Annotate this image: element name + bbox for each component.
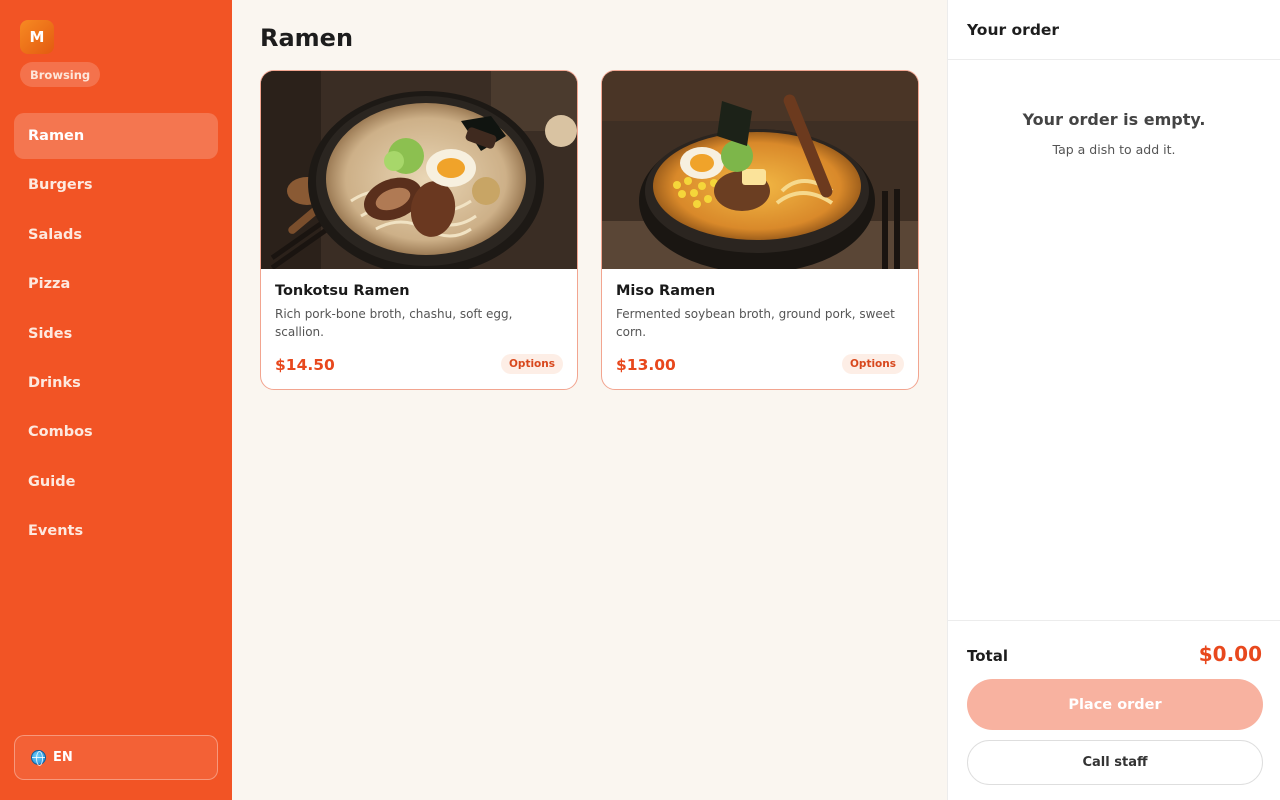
sidebar-item-label: Burgers: [28, 177, 93, 194]
menu-content: Ramen Tonkotsu Ramen Rich pork-bone brot…: [232, 0, 947, 800]
empty-order-subtitle: Tap a dish to add it.: [1052, 142, 1176, 157]
sidebar-item-ramen[interactable]: Ramen: [14, 113, 218, 159]
sidebar-item-label: Combos: [28, 424, 93, 441]
category-nav: Ramen Burgers Salads Pizza Sides Drinks …: [14, 113, 218, 558]
sidebar-item-label: Salads: [28, 226, 82, 243]
empty-order-title: Your order is empty.: [1022, 110, 1206, 129]
status-badge: Browsing: [20, 62, 101, 87]
page-title: Ramen: [260, 24, 354, 52]
sidebar-item-label: Drinks: [28, 374, 81, 391]
restaurant-logo: M: [20, 20, 54, 54]
order-header: Your order: [948, 0, 1280, 60]
sidebar-item-label: Sides: [28, 325, 73, 342]
sidebar-item-guide[interactable]: Guide: [14, 459, 218, 505]
dish-card-tonkotsu-ramen[interactable]: Tonkotsu Ramen Rich pork-bone broth, cha…: [260, 70, 578, 390]
total-label: Total: [967, 647, 1008, 665]
dish-photo: [602, 71, 918, 269]
language-label: EN: [53, 750, 73, 765]
sidebar-item-combos[interactable]: Combos: [14, 409, 218, 455]
options-button[interactable]: Options: [842, 354, 904, 374]
sidebar-item-label: Guide: [28, 473, 76, 490]
call-staff-button[interactable]: Call staff: [967, 740, 1263, 785]
dish-description: Rich pork-bone broth, chashu, soft egg, …: [275, 307, 513, 339]
sidebar-item-label: Events: [28, 523, 84, 540]
sidebar-item-burgers[interactable]: Burgers: [14, 162, 218, 208]
dish-photo: [261, 71, 577, 269]
dish-description: Fermented soybean broth, ground pork, sw…: [616, 307, 895, 339]
total-value: $0.00: [1198, 642, 1262, 666]
dish-price: $13.00: [616, 356, 676, 374]
place-order-button[interactable]: Place order: [967, 679, 1263, 730]
dish-card-miso-ramen[interactable]: Miso Ramen Fermented soybean broth, grou…: [601, 70, 919, 390]
sidebar-item-drinks[interactable]: Drinks: [14, 360, 218, 406]
language-button[interactable]: EN: [14, 735, 218, 780]
sidebar-item-pizza[interactable]: Pizza: [14, 261, 218, 307]
dish-name: Tonkotsu Ramen: [275, 283, 410, 299]
sidebar-item-events[interactable]: Events: [14, 508, 218, 554]
sidebar-item-salads[interactable]: Salads: [14, 212, 218, 258]
order-footer: Total $0.00 Place order Call staff: [948, 620, 1280, 800]
miso-ramen-image: [602, 71, 918, 269]
dish-name: Miso Ramen: [616, 283, 716, 299]
sidebar-item-label: Ramen: [28, 128, 85, 144]
category-sidebar: M Browsing Ramen Burgers Salads Pizza Si…: [0, 0, 232, 800]
sidebar-item-label: Pizza: [28, 276, 71, 293]
dish-price: $14.50: [275, 356, 335, 374]
options-button[interactable]: Options: [501, 354, 563, 374]
order-panel: Your order Your order is empty. Tap a di…: [947, 0, 1280, 800]
sidebar-item-sides[interactable]: Sides: [14, 311, 218, 357]
globe-icon: [31, 750, 46, 766]
tonkotsu-ramen-image: [261, 71, 577, 269]
